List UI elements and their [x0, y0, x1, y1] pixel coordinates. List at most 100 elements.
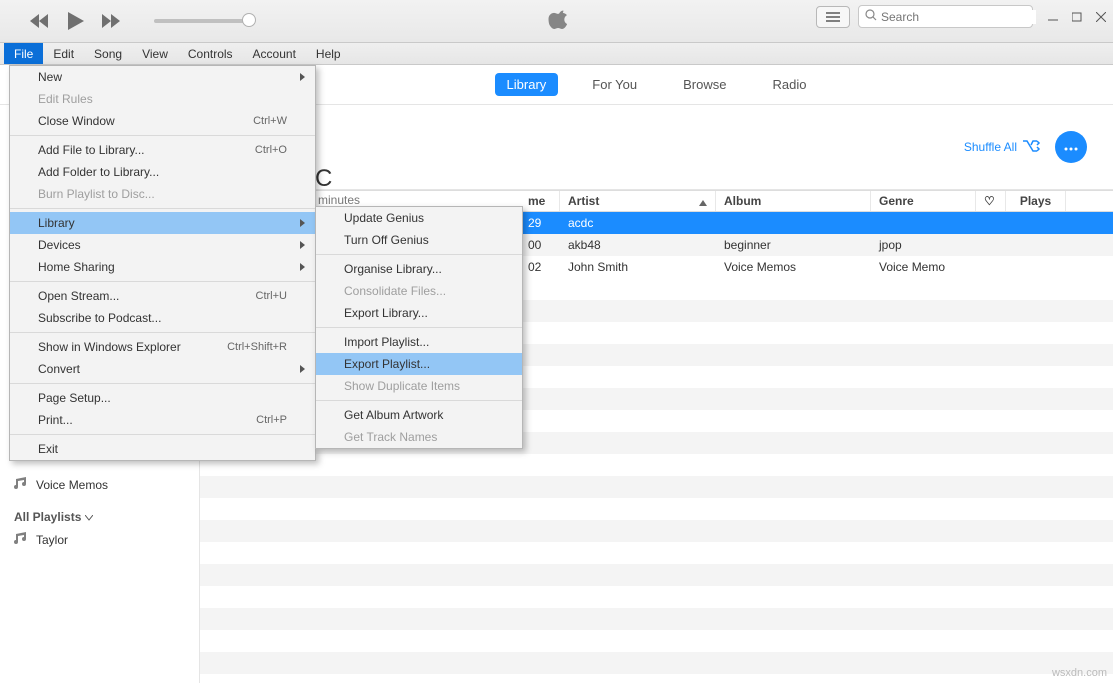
playlist-icon — [14, 477, 28, 492]
menu-separator — [316, 327, 522, 328]
menu-separator — [316, 400, 522, 401]
menu-account[interactable]: Account — [243, 43, 306, 64]
menu-item-export-playlist[interactable]: Export Playlist... — [316, 353, 522, 375]
menu-edit[interactable]: Edit — [43, 43, 84, 64]
empty-row — [200, 608, 1113, 630]
watermark: wsxdn.com — [1052, 667, 1107, 679]
tab-library[interactable]: Library — [495, 73, 559, 96]
empty-row — [200, 454, 1113, 476]
menu-separator — [10, 281, 315, 282]
menu-separator — [316, 254, 522, 255]
menu-item-update-genius[interactable]: Update Genius — [316, 207, 522, 229]
empty-row — [200, 476, 1113, 498]
window-buttons — [1047, 11, 1107, 23]
menu-item-print[interactable]: Print...Ctrl+P — [10, 409, 315, 431]
menu-item-show-duplicate-items: Show Duplicate Items — [316, 375, 522, 397]
playlist-icon — [14, 532, 28, 547]
empty-row — [200, 630, 1113, 652]
sidebar-item-label: Taylor — [36, 533, 68, 547]
menu-item-consolidate-files: Consolidate Files... — [316, 280, 522, 302]
playlist-header: C minutes Shuffle All — [200, 105, 1113, 190]
menu-item-add-folder-to-library[interactable]: Add Folder to Library... — [10, 161, 315, 183]
menu-song[interactable]: Song — [84, 43, 132, 64]
menu-help[interactable]: Help — [306, 43, 351, 64]
library-submenu[interactable]: Update GeniusTurn Off Genius Organise Lib… — [315, 206, 523, 449]
heart-icon: ♡ — [984, 194, 995, 208]
empty-row — [200, 586, 1113, 608]
maximize-button[interactable] — [1071, 11, 1083, 23]
tab-for-you[interactable]: For You — [580, 73, 649, 96]
empty-row — [200, 498, 1113, 520]
playlist-title: C — [315, 165, 332, 193]
menu-item-devices[interactable]: Devices — [10, 234, 315, 256]
col-plays[interactable]: Plays — [1006, 191, 1066, 211]
playlist-subtitle: minutes — [318, 193, 360, 207]
sidebar-all-playlists-header[interactable]: All Playlists — [0, 506, 199, 528]
menu-item-page-setup[interactable]: Page Setup... — [10, 387, 315, 409]
ellipsis-icon — [1064, 140, 1078, 154]
menu-item-new[interactable]: New — [10, 66, 315, 88]
menu-item-library[interactable]: Library — [10, 212, 315, 234]
empty-row — [200, 542, 1113, 564]
menu-item-edit-rules: Edit Rules — [10, 88, 315, 110]
sidebar-playlist-taylor[interactable]: Taylor — [0, 528, 199, 551]
col-love[interactable]: ♡ — [976, 191, 1006, 211]
shuffle-all-button[interactable]: Shuffle All — [964, 139, 1041, 156]
more-button[interactable] — [1055, 131, 1087, 163]
tab-radio[interactable]: Radio — [760, 73, 818, 96]
menu-separator — [10, 332, 315, 333]
col-time[interactable]: me — [520, 191, 560, 211]
col-album[interactable]: Album — [716, 191, 871, 211]
sort-ascending-icon — [699, 197, 707, 205]
menu-view[interactable]: View — [132, 43, 178, 64]
empty-row — [200, 564, 1113, 586]
menu-item-import-playlist[interactable]: Import Playlist... — [316, 331, 522, 353]
menu-item-export-library[interactable]: Export Library... — [316, 302, 522, 324]
menu-item-home-sharing[interactable]: Home Sharing — [10, 256, 315, 278]
sidebar-voice-memos[interactable]: Voice Memos — [0, 473, 199, 496]
next-track-button[interactable] — [102, 14, 122, 28]
file-menu-dropdown[interactable]: NewEdit RulesClose WindowCtrl+W Add File … — [9, 65, 316, 461]
menu-item-burn-playlist-to-disc: Burn Playlist to Disc... — [10, 183, 315, 205]
menu-item-organise-library[interactable]: Organise Library... — [316, 258, 522, 280]
menu-item-open-stream[interactable]: Open Stream...Ctrl+U — [10, 285, 315, 307]
menu-controls[interactable]: Controls — [178, 43, 243, 64]
chevron-down-icon — [85, 510, 93, 524]
volume-thumb[interactable] — [242, 13, 256, 27]
shuffle-icon — [1023, 139, 1041, 156]
sidebar-item-label: Voice Memos — [36, 478, 108, 492]
col-genre[interactable]: Genre — [871, 191, 976, 211]
menu-item-convert[interactable]: Convert — [10, 358, 315, 380]
menu-separator — [10, 135, 315, 136]
queue-button[interactable] — [816, 6, 850, 28]
menu-item-subscribe-to-podcast[interactable]: Subscribe to Podcast... — [10, 307, 315, 329]
empty-row — [200, 674, 1113, 683]
col-artist[interactable]: Artist — [560, 191, 716, 211]
menu-item-get-album-artwork[interactable]: Get Album Artwork — [316, 404, 522, 426]
search-icon — [865, 9, 877, 24]
empty-row — [200, 652, 1113, 674]
empty-row — [200, 520, 1113, 542]
menu-separator — [10, 434, 315, 435]
player-controls — [30, 12, 254, 30]
menu-item-show-in-windows-explorer[interactable]: Show in Windows ExplorerCtrl+Shift+R — [10, 336, 315, 358]
menu-file[interactable]: File — [4, 43, 43, 64]
menu-separator — [10, 383, 315, 384]
menu-item-add-file-to-library[interactable]: Add File to Library...Ctrl+O — [10, 139, 315, 161]
play-button[interactable] — [68, 12, 84, 30]
menu-item-turn-off-genius[interactable]: Turn Off Genius — [316, 229, 522, 251]
menu-item-exit[interactable]: Exit — [10, 438, 315, 460]
menu-item-get-track-names: Get Track Names — [316, 426, 522, 448]
prev-track-button[interactable] — [30, 14, 50, 28]
menu-separator — [10, 208, 315, 209]
search-input[interactable] — [881, 10, 1036, 24]
volume-slider[interactable] — [154, 19, 254, 23]
menu-bar: FileEditSongViewControlsAccountHelp — [0, 43, 1113, 65]
menu-item-close-window[interactable]: Close WindowCtrl+W — [10, 110, 315, 132]
close-button[interactable] — [1095, 11, 1107, 23]
apple-logo-icon — [547, 8, 567, 35]
minimize-button[interactable] — [1047, 11, 1059, 23]
title-bar — [0, 0, 1113, 43]
search-box[interactable] — [858, 5, 1033, 28]
tab-browse[interactable]: Browse — [671, 73, 738, 96]
